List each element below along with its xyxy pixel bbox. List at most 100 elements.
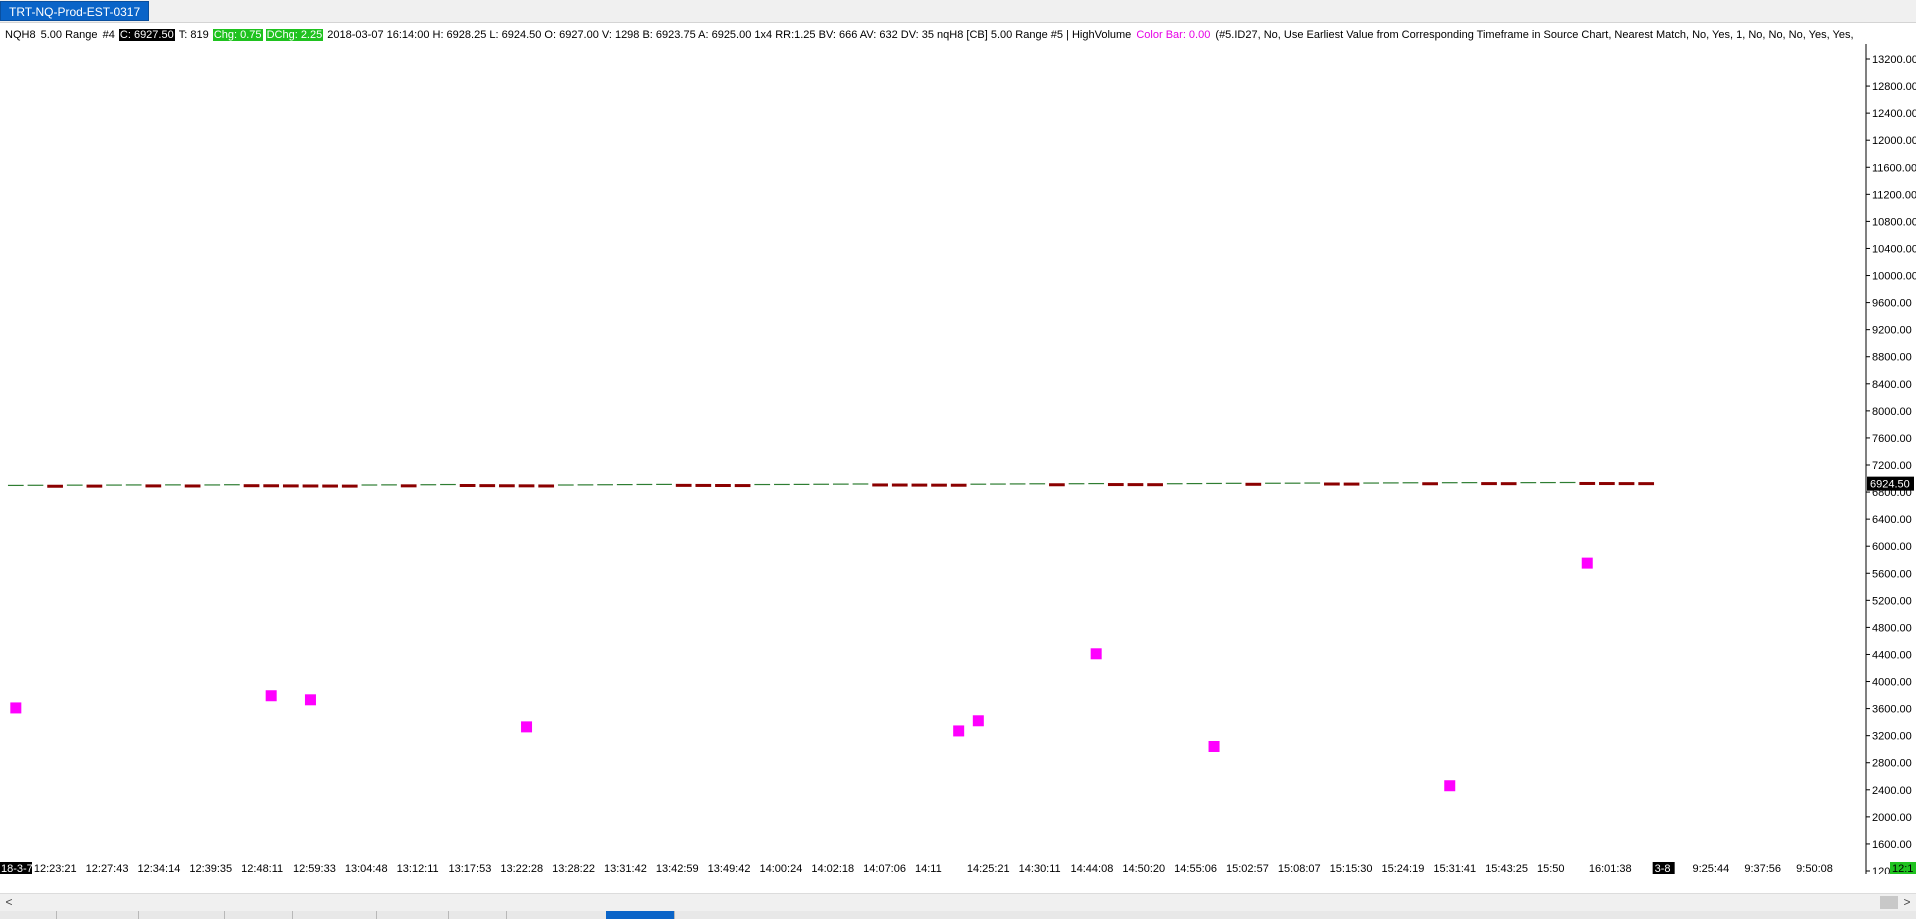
price-bar	[361, 484, 378, 486]
price-bar	[1441, 482, 1458, 484]
high-volume-marker	[265, 690, 277, 702]
chartbook-tab[interactable]	[292, 911, 377, 919]
price-bar	[381, 484, 397, 486]
price-bar	[322, 484, 338, 488]
y-tick-label: 10800.00	[1872, 216, 1916, 228]
y-tick-label: 12000.00	[1872, 135, 1916, 147]
price-bar	[1363, 482, 1380, 484]
chartbook-tab[interactable]	[138, 911, 225, 919]
price-bar	[1206, 482, 1222, 485]
price-bar	[616, 484, 633, 486]
x-tick-label: 14:11	[915, 863, 942, 874]
x-tick-label: 14:44:08	[1071, 863, 1114, 874]
price-bar	[1284, 482, 1301, 484]
high-volume-marker	[953, 725, 965, 737]
price-bar	[813, 483, 830, 485]
x-tick-label: 12:34:14	[138, 863, 181, 874]
price-bar	[27, 484, 44, 486]
chartbook-tab[interactable]	[0, 911, 57, 919]
price-bar	[66, 484, 83, 486]
y-tick-label: 8400.00	[1872, 379, 1912, 391]
y-tick-label: 11200.00	[1872, 189, 1916, 201]
high-volume-marker	[10, 702, 22, 714]
price-bar	[1500, 482, 1517, 486]
x-tick-label: 14:25:21	[967, 863, 1010, 874]
x-tick-label: 13:12:11	[397, 863, 439, 874]
price-bar	[224, 484, 240, 486]
scroll-left-arrow-icon[interactable]: <	[2, 894, 16, 911]
price-bar	[1009, 483, 1026, 485]
price-chart[interactable]: 13200.00 12800.00 12400.00 12000.00 11600.00…	[0, 44, 1916, 874]
x-date-label: 18-3-7	[1, 863, 33, 874]
y-tick-label: 1600.00	[1872, 839, 1912, 851]
price-bar	[145, 484, 162, 488]
info-close: C: 6927.50	[118, 29, 175, 41]
horizontal-scrollbar[interactable]: < >	[0, 893, 1916, 911]
price-bar	[636, 483, 653, 486]
scroll-thumb[interactable]	[1880, 896, 1898, 909]
price-bar	[282, 484, 299, 488]
price-bar	[1186, 482, 1203, 485]
y-tick-label: 6000.00	[1872, 541, 1912, 553]
info-ticks: T: 819	[178, 29, 209, 41]
chartbook-tab[interactable]	[448, 911, 507, 919]
chartbook-tab-active[interactable]	[606, 911, 675, 919]
price-bar	[1559, 481, 1576, 484]
price-bar	[1422, 482, 1438, 486]
chartbook-tab[interactable]	[56, 911, 139, 919]
high-volume-marker	[1581, 557, 1593, 569]
y-tick-label: 10400.00	[1872, 243, 1916, 255]
price-bar	[538, 484, 555, 488]
price-bar	[774, 483, 790, 486]
price-bar	[7, 484, 24, 487]
price-bar	[1382, 482, 1399, 484]
x-tick-label: 13:17:53	[449, 863, 492, 874]
price-bar	[125, 484, 142, 486]
price-bar	[1107, 483, 1124, 487]
x-tick-label: 13:04:48	[345, 863, 388, 874]
price-bar	[106, 484, 122, 486]
x-tick-label: 15:50	[1537, 863, 1565, 874]
price-bar	[1166, 483, 1183, 485]
x-tick-label: 13:28:22	[552, 863, 595, 874]
x-tick-label: 16:01:38	[1589, 863, 1632, 874]
high-volume-marker	[304, 694, 316, 706]
y-tick-label: 3200.00	[1872, 731, 1912, 743]
x-tick-label: 13:42:59	[656, 863, 699, 874]
price-bar	[263, 484, 280, 488]
tab-chart[interactable]: TRT-NQ-Prod-EST-0317	[0, 1, 150, 21]
price-bar	[950, 483, 967, 487]
info-details: 2018-03-07 16:14:00 H: 6928.25 L: 6924.5…	[327, 29, 1132, 41]
chartbook-tab[interactable]	[376, 911, 449, 919]
y-tick-label: 2800.00	[1872, 758, 1912, 770]
price-bar	[1304, 482, 1321, 484]
price-bar	[1599, 482, 1615, 486]
x-tick-label: 15:08:07	[1278, 863, 1321, 874]
price-bar	[1265, 482, 1281, 484]
scroll-right-arrow-icon[interactable]: >	[1900, 894, 1914, 911]
price-bar	[656, 483, 672, 485]
x-date-label: 3-8	[1655, 863, 1671, 874]
x-tick-label: 12:48:11	[241, 863, 283, 874]
y-tick-label: 4400.00	[1872, 649, 1912, 661]
x-tick-label: 9:50:08	[1796, 863, 1833, 874]
price-bar	[1618, 482, 1635, 486]
y-tick-label: 2400.00	[1872, 785, 1912, 797]
chart-info-line: NQH8 5.00 Range #4 C: 6927.50 T: 819 Chg…	[4, 27, 1864, 43]
tab-bar: TRT-NQ-Prod-EST-0317	[0, 0, 1916, 23]
x-tick-label: 14:00:24	[760, 863, 803, 874]
y-tick-label: 11600.00	[1872, 162, 1916, 174]
price-bar	[911, 483, 928, 487]
price-bar	[1068, 483, 1085, 485]
price-bar	[518, 484, 535, 488]
chartbook-tab[interactable]	[224, 911, 293, 919]
price-bar	[86, 484, 103, 488]
price-bar	[184, 484, 201, 488]
info-study: (#5.ID27, No, Use Earliest Value from Co…	[1215, 29, 1854, 41]
price-bar	[557, 484, 574, 486]
y-tick-label: 6400.00	[1872, 514, 1912, 526]
y-tick-label: 7200.00	[1872, 460, 1912, 472]
x-tick-label: 12:27:43	[86, 863, 129, 874]
price-bar	[891, 483, 908, 487]
price-bar	[1481, 482, 1497, 486]
